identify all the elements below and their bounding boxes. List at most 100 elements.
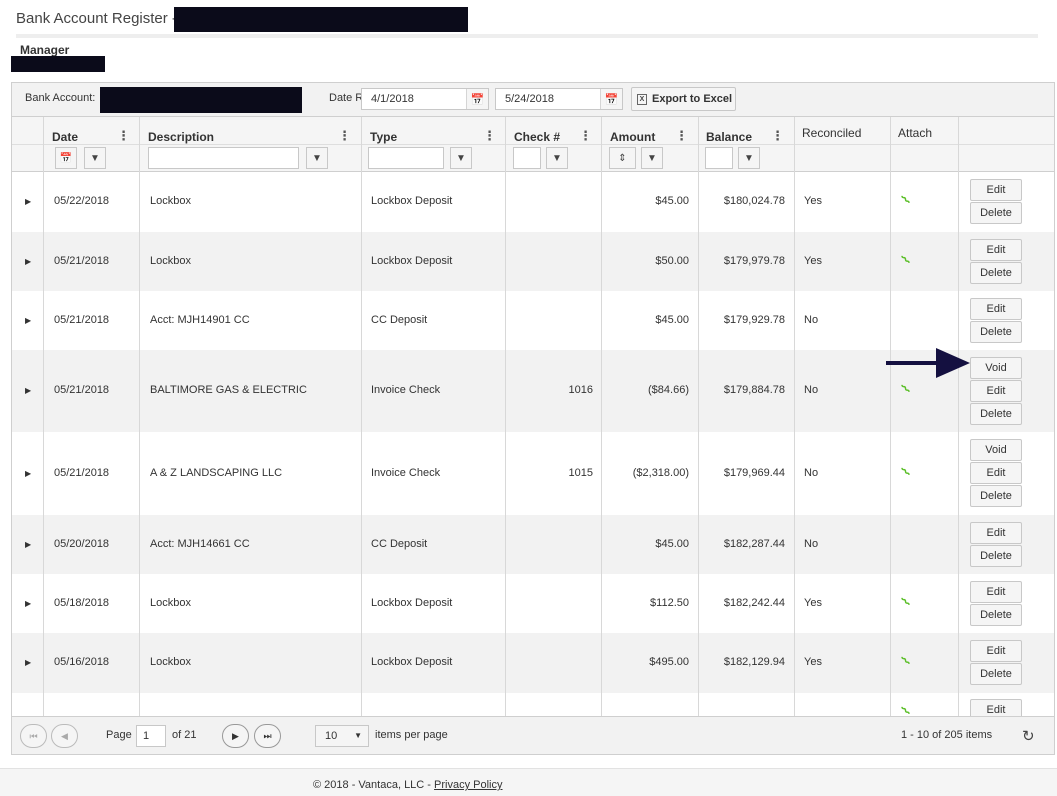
balance-filter-input[interactable] <box>705 147 733 169</box>
void-button[interactable]: Void <box>970 357 1022 379</box>
column-header-description[interactable]: Description <box>148 130 214 144</box>
expand-row-icon[interactable]: ▶ <box>25 599 31 608</box>
previous-page-icon[interactable]: ◀ <box>51 724 78 748</box>
bank-account-select[interactable] <box>100 87 302 113</box>
edit-button[interactable]: Edit <box>970 462 1022 484</box>
edit-button[interactable]: Edit <box>970 699 1022 717</box>
table-row: ▶ 05/21/2018 Lockbox Lockbox Deposit $50.00 $… <box>12 232 1054 291</box>
paperclip-icon[interactable]: ⌇ <box>898 703 914 717</box>
check-filter-input[interactable] <box>513 147 541 169</box>
column-menu-icon[interactable]: ⋮ <box>338 128 351 144</box>
date-filter-calendar-icon[interactable]: 📅 <box>55 147 77 169</box>
cell-balance: $179,979.78 <box>723 255 785 267</box>
footer-band <box>0 768 1057 796</box>
calendar-icon[interactable]: 📅 <box>466 89 488 109</box>
delete-button[interactable]: Delete <box>970 321 1022 343</box>
cell-date: 05/21/2018 <box>54 384 110 396</box>
cell-reconciled: No <box>804 314 819 326</box>
delete-button[interactable]: Delete <box>970 485 1022 507</box>
amount-sort-icon[interactable]: ⇕ <box>609 147 636 169</box>
column-menu-icon[interactable]: ⋮ <box>117 128 130 144</box>
column-header-amount[interactable]: Amount <box>610 130 655 144</box>
paperclip-icon[interactable]: ⌇ <box>898 653 914 669</box>
expand-row-icon[interactable]: ▶ <box>25 316 31 325</box>
export-to-excel-button[interactable]: X Export to Excel <box>631 87 736 111</box>
edit-button[interactable]: Edit <box>970 380 1022 402</box>
paperclip-icon[interactable]: ⌇ <box>898 192 914 208</box>
cell-amount: ($2,318.00) <box>632 467 689 479</box>
filter-icon[interactable]: ▼ <box>738 147 760 169</box>
end-date-value: 5/24/2018 <box>505 93 554 105</box>
delete-button[interactable]: Delete <box>970 545 1022 567</box>
edit-button[interactable]: Edit <box>970 179 1022 201</box>
expand-row-icon[interactable]: ▶ <box>25 257 31 266</box>
refresh-icon[interactable]: ↻ <box>1022 727 1035 745</box>
paperclip-icon[interactable]: ⌇ <box>898 252 914 268</box>
cell-balance: $179,884.78 <box>723 384 785 396</box>
delete-button[interactable]: Delete <box>970 604 1022 626</box>
calendar-icon[interactable]: 📅 <box>600 89 622 109</box>
paperclip-icon[interactable]: ⌇ <box>898 464 914 480</box>
cell-type: Lockbox Deposit <box>371 597 453 609</box>
delete-button[interactable]: Delete <box>970 262 1022 284</box>
page-number-input[interactable]: 1 <box>136 725 166 747</box>
column-header-balance[interactable]: Balance <box>706 130 752 144</box>
filter-icon[interactable]: ▼ <box>641 147 663 169</box>
cell-date: 05/21/2018 <box>54 314 110 326</box>
column-menu-icon[interactable]: ⋮ <box>771 128 784 144</box>
column-menu-icon[interactable]: ⋮ <box>579 128 592 144</box>
edit-button[interactable]: Edit <box>970 581 1022 603</box>
redacted-manager-name <box>11 56 105 72</box>
column-header-type[interactable]: Type <box>370 130 397 144</box>
end-date-picker[interactable]: 5/24/2018 📅 <box>495 88 623 110</box>
column-header-check[interactable]: Check # <box>514 130 560 144</box>
filter-icon[interactable]: ▼ <box>546 147 568 169</box>
edit-button[interactable]: Edit <box>970 640 1022 662</box>
excel-icon: X <box>637 94 647 105</box>
filter-icon[interactable]: ▼ <box>84 147 106 169</box>
void-button[interactable]: Void <box>970 439 1022 461</box>
expand-row-icon[interactable]: ▶ <box>25 658 31 667</box>
edit-button[interactable]: Edit <box>970 522 1022 544</box>
table-row: ▶ 05/21/2018 Acct: MJH14901 CC CC Deposit $4… <box>12 291 1054 350</box>
privacy-policy-link[interactable]: Privacy Policy <box>434 779 502 791</box>
expand-row-icon[interactable]: ▶ <box>25 386 31 395</box>
cell-description: A & Z LANDSCAPING LLC <box>150 467 283 479</box>
cell-type: Invoice Check <box>371 467 441 479</box>
column-menu-icon[interactable]: ⋮ <box>483 128 496 144</box>
column-menu-icon[interactable]: ⋮ <box>675 128 688 144</box>
delete-button[interactable]: Delete <box>970 202 1022 224</box>
paperclip-icon[interactable]: ⌇ <box>898 594 914 610</box>
cell-amount: $45.00 <box>655 538 689 550</box>
items-summary: 1 - 10 of 205 items <box>901 729 993 741</box>
cell-date: 05/21/2018 <box>54 467 110 479</box>
delete-button[interactable]: Delete <box>970 663 1022 685</box>
cell-description: Lockbox <box>150 255 191 267</box>
filter-icon[interactable]: ▼ <box>306 147 328 169</box>
edit-button[interactable]: Edit <box>970 298 1022 320</box>
cell-amount: $50.00 <box>655 255 689 267</box>
type-filter-input[interactable] <box>368 147 444 169</box>
description-filter-input[interactable] <box>148 147 299 169</box>
table-row: ▶ 05/16/2018 Lockbox Lockbox Deposit $495.00… <box>12 633 1054 693</box>
next-page-icon[interactable]: ▶ <box>222 724 249 748</box>
edit-button[interactable]: Edit <box>970 239 1022 261</box>
items-per-page-select[interactable]: 10 ▼ <box>315 725 369 747</box>
expand-row-icon[interactable]: ▶ <box>25 469 31 478</box>
column-divider <box>139 117 140 716</box>
cell-reconciled: Yes <box>804 195 822 207</box>
delete-button[interactable]: Delete <box>970 403 1022 425</box>
start-date-picker[interactable]: 4/1/2018 📅 <box>361 88 489 110</box>
paperclip-icon[interactable]: ⌇ <box>898 381 914 397</box>
expand-row-icon[interactable]: ▶ <box>25 197 31 206</box>
first-page-icon[interactable]: ⏮ <box>20 724 47 748</box>
expand-row-icon[interactable]: ▶ <box>25 540 31 549</box>
last-page-icon[interactable]: ⏭ <box>254 724 281 748</box>
redacted-account-name <box>174 7 468 32</box>
filter-icon[interactable]: ▼ <box>450 147 472 169</box>
cell-date: 05/20/2018 <box>54 538 110 550</box>
items-per-page-label: items per page <box>375 729 448 741</box>
page-title: Bank Account Register - <box>16 10 177 27</box>
start-date-value: 4/1/2018 <box>371 93 414 105</box>
column-header-date[interactable]: Date <box>52 130 78 144</box>
